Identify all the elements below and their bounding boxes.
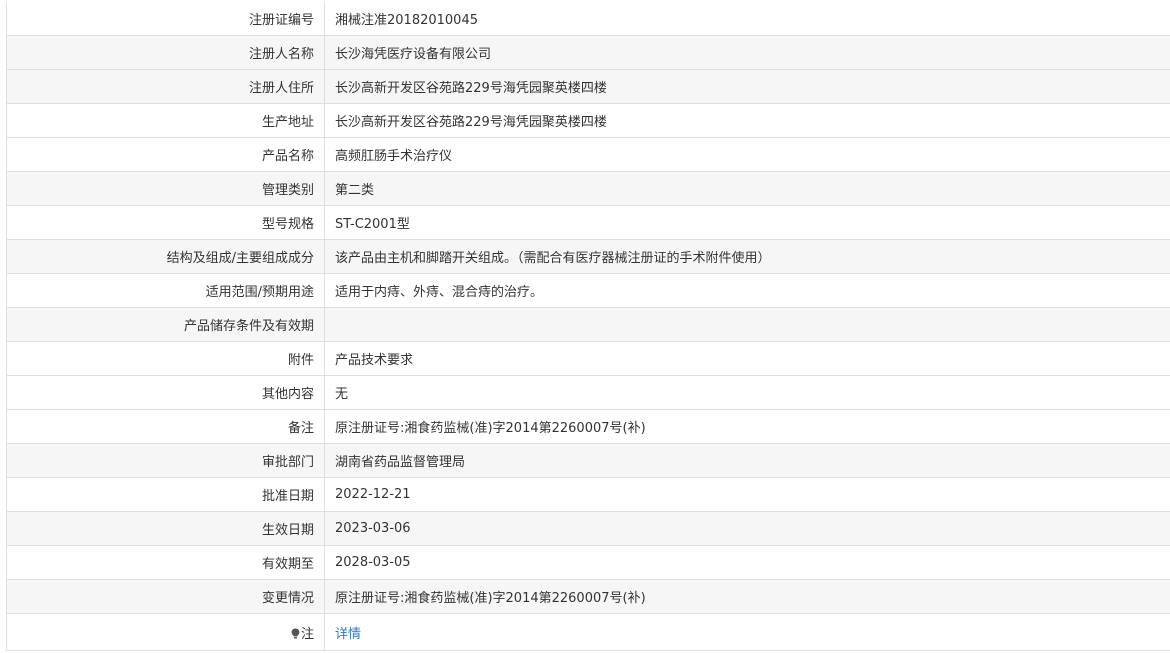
field-value: 高频肛肠手术治疗仪	[324, 137, 1170, 172]
row-effective-date: 生效日期 2023-03-06	[6, 511, 1170, 546]
row-attachment: 附件 产品技术要求	[6, 341, 1170, 376]
row-storage-validity: 产品储存条件及有效期	[6, 307, 1170, 342]
field-value: 第二类	[324, 171, 1170, 206]
field-value: 2022-12-21	[324, 477, 1170, 512]
field-label: 生效日期	[6, 511, 325, 546]
field-value: 2023-03-06	[324, 511, 1170, 546]
note-label: 注	[300, 626, 314, 642]
field-value: 长沙高新开发区谷苑路229号海凭园聚英楼四楼	[324, 69, 1170, 104]
row-structure-composition: 结构及组成/主要组成成分 该产品由主机和脚踏开关组成。（需配合有医疗器械注册证的…	[6, 239, 1170, 274]
field-label: 其他内容	[6, 375, 325, 410]
field-label: 注册人名称	[6, 35, 325, 70]
field-value: 原注册证号:湘食药监械(准)字2014第2260007号(补)	[324, 409, 1170, 444]
note-label-cell: 注	[6, 613, 325, 651]
row-registration-number: 注册证编号 湘械注准20182010045	[6, 2, 1170, 36]
row-note: 注 详情	[6, 613, 1170, 651]
field-label: 生产地址	[6, 103, 325, 138]
field-label: 结构及组成/主要组成成分	[6, 239, 325, 274]
row-change-status: 变更情况 原注册证号:湘食药监械(准)字2014第2260007号(补)	[6, 579, 1170, 614]
row-approval-date: 批准日期 2022-12-21	[6, 477, 1170, 512]
field-value: 长沙海凭医疗设备有限公司	[324, 35, 1170, 70]
row-management-category: 管理类别 第二类	[6, 171, 1170, 206]
row-remarks: 备注 原注册证号:湘食药监械(准)字2014第2260007号(补)	[6, 409, 1170, 444]
field-label: 适用范围/预期用途	[6, 273, 325, 308]
field-label: 管理类别	[6, 171, 325, 206]
field-value: 该产品由主机和脚踏开关组成。（需配合有医疗器械注册证的手术附件使用）	[324, 239, 1170, 274]
field-label: 产品名称	[6, 137, 325, 172]
field-label: 批准日期	[6, 477, 325, 512]
field-label: 审批部门	[6, 443, 325, 478]
field-value: 无	[324, 375, 1170, 410]
row-product-name: 产品名称 高频肛肠手术治疗仪	[6, 137, 1170, 172]
field-value: 原注册证号:湘食药监械(准)字2014第2260007号(补)	[324, 579, 1170, 614]
field-label: 变更情况	[6, 579, 325, 614]
row-approval-department: 审批部门 湖南省药品监督管理局	[6, 443, 1170, 478]
field-value: 产品技术要求	[324, 341, 1170, 376]
note-value-cell: 详情	[324, 613, 1170, 651]
field-label: 有效期至	[6, 545, 325, 580]
field-label: 注册证编号	[6, 2, 325, 36]
row-production-address: 生产地址 长沙高新开发区谷苑路229号海凭园聚英楼四楼	[6, 103, 1170, 138]
field-value: ST-C2001型	[324, 205, 1170, 240]
field-label: 附件	[6, 341, 325, 376]
row-registrant-address: 注册人住所 长沙高新开发区谷苑路229号海凭园聚英楼四楼	[6, 69, 1170, 104]
field-value: 2028-03-05	[324, 545, 1170, 580]
field-label: 注册人住所	[6, 69, 325, 104]
field-value: 长沙高新开发区谷苑路229号海凭园聚英楼四楼	[324, 103, 1170, 138]
field-label: 型号规格	[6, 205, 325, 240]
field-value: 湘械注准20182010045	[324, 2, 1170, 36]
row-valid-until: 有效期至 2028-03-05	[6, 545, 1170, 580]
field-value: 适用于内痔、外痔、混合痔的治疗。	[324, 273, 1170, 308]
row-other-content: 其他内容 无	[6, 375, 1170, 410]
field-value: 湖南省药品监督管理局	[324, 443, 1170, 478]
registration-details-table: 注册证编号 湘械注准20182010045 注册人名称 长沙海凭医疗设备有限公司…	[6, 2, 1170, 651]
field-value	[324, 307, 1170, 342]
field-label: 产品储存条件及有效期	[6, 307, 325, 342]
row-registrant-name: 注册人名称 长沙海凭医疗设备有限公司	[6, 35, 1170, 70]
field-label: 备注	[6, 409, 325, 444]
row-scope-intended-use: 适用范围/预期用途 适用于内痔、外痔、混合痔的治疗。	[6, 273, 1170, 308]
bulb-icon	[291, 628, 300, 638]
details-link[interactable]: 详情	[335, 627, 361, 642]
row-model-spec: 型号规格 ST-C2001型	[6, 205, 1170, 240]
